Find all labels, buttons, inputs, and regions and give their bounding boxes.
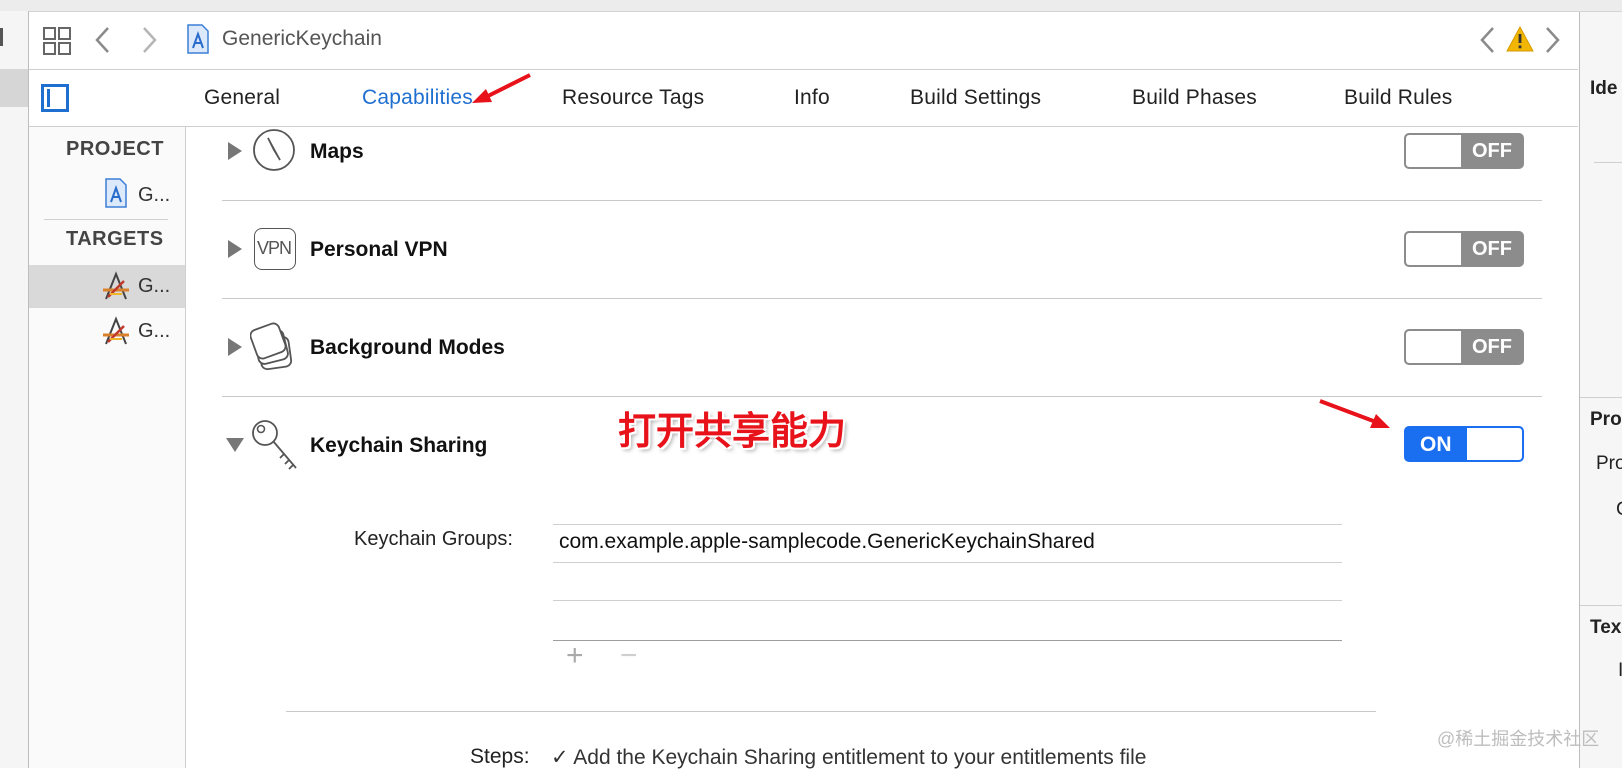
inspector-separator	[1580, 605, 1622, 606]
project-file-icon	[104, 178, 128, 213]
related-items-icon[interactable]	[43, 27, 71, 60]
tab-build-rules[interactable]: Build Rules	[1344, 86, 1452, 110]
toggle-sidebar-icon[interactable]	[41, 84, 69, 117]
maps-toggle[interactable]: OFF	[1404, 133, 1524, 169]
window-top-strip	[0, 0, 1622, 12]
keychain-groups-label: Keychain Groups:	[354, 528, 513, 550]
inspector-separator	[1594, 162, 1622, 163]
app-target-icon	[100, 315, 132, 352]
forward-arrow-icon[interactable]	[142, 26, 158, 59]
disclosure-triangle-background-modes[interactable]	[228, 338, 242, 356]
inspector-separator	[1580, 397, 1622, 398]
keychain-groups-top-border	[553, 524, 1342, 525]
toggle-knob	[1406, 331, 1461, 363]
target-item[interactable]: G...	[138, 275, 170, 298]
add-group-button[interactable]: +	[566, 641, 584, 671]
toggle-state-label: OFF	[1472, 336, 1512, 358]
remove-group-button[interactable]: −	[620, 641, 638, 671]
inspector-panel: Ide Pro Pro C Tex I	[1579, 12, 1622, 768]
toggle-state-label: OFF	[1472, 140, 1512, 162]
disclosure-triangle-maps[interactable]	[228, 142, 242, 160]
annotation-arrow-toggle	[1318, 398, 1392, 437]
inspector-project-label: Pro	[1590, 409, 1622, 430]
row-separator	[222, 396, 1542, 397]
project-target-list	[29, 127, 186, 768]
back-arrow-icon[interactable]	[94, 26, 110, 59]
tab-build-phases[interactable]: Build Phases	[1132, 86, 1257, 110]
navigator-edge	[0, 11, 29, 768]
tab-build-settings[interactable]: Build Settings	[910, 86, 1041, 110]
project-header: PROJECT	[66, 138, 164, 160]
steps-label: Steps:	[470, 745, 530, 768]
keychain-groups-row-divider	[553, 600, 1342, 601]
compass-icon	[252, 128, 296, 177]
project-item[interactable]: G...	[138, 184, 170, 207]
sidebar-divider	[44, 219, 168, 220]
disclosure-triangle-vpn[interactable]	[228, 240, 242, 258]
annotation-text: 打开共享能力	[618, 411, 847, 453]
target-item[interactable]: G...	[138, 320, 170, 343]
keychain-groups-row-divider	[553, 562, 1342, 563]
tab-general[interactable]: General	[204, 86, 280, 110]
inspector-field-label: I	[1618, 660, 1622, 681]
section-separator	[286, 711, 1376, 712]
next-issue-arrow-icon[interactable]	[1545, 26, 1561, 59]
toggle-state-label: ON	[1420, 433, 1452, 456]
annotation-arrow-capabilities	[470, 72, 532, 111]
toggle-knob	[1406, 135, 1461, 167]
capability-title-personal-vpn: Personal VPN	[310, 238, 448, 261]
inspector-project-field-label: Pro	[1596, 453, 1622, 474]
capability-title-maps: Maps	[310, 140, 364, 163]
tab-resource-tags[interactable]: Resource Tags	[562, 86, 704, 110]
previous-issue-arrow-icon[interactable]	[1479, 26, 1495, 59]
watermark: @稀土掘金技术社区	[1437, 729, 1600, 749]
vpn-icon-text: VPN	[257, 238, 292, 258]
inspector-identity-label: Ide	[1590, 78, 1618, 99]
step-item: ✓ Add the Keychain Sharing entitlement t…	[551, 746, 1147, 769]
tab-capabilities[interactable]: Capabilities	[362, 86, 473, 110]
layers-icon	[249, 322, 300, 377]
row-separator	[222, 200, 1542, 201]
app-target-icon	[100, 270, 132, 307]
capability-title-background-modes: Background Modes	[310, 336, 505, 359]
inspector-text-settings-label: Tex	[1590, 617, 1622, 638]
toggle-knob	[1406, 233, 1461, 265]
keychain-groups-bottom-border	[553, 640, 1342, 641]
personal-vpn-toggle[interactable]: OFF	[1404, 231, 1524, 267]
row-separator	[222, 298, 1542, 299]
project-file-icon	[186, 24, 210, 59]
key-icon	[250, 418, 302, 477]
tab-info[interactable]: Info	[794, 86, 830, 110]
toggle-knob	[1467, 428, 1522, 460]
vpn-icon: VPN	[254, 228, 296, 270]
capability-title-keychain-sharing: Keychain Sharing	[310, 434, 488, 457]
warning-icon[interactable]	[1506, 25, 1534, 57]
keychain-group-entry[interactable]: com.example.apple-samplecode.GenericKeyc…	[559, 530, 1095, 554]
toggle-state-label: OFF	[1472, 238, 1512, 260]
inspector-field-label: C	[1616, 499, 1622, 521]
targets-header: TARGETS	[66, 228, 164, 250]
background-modes-toggle[interactable]: OFF	[1404, 329, 1524, 365]
navigator-edge-selection	[0, 69, 28, 107]
keychain-sharing-toggle[interactable]: ON	[1404, 426, 1524, 462]
document-title[interactable]: GenericKeychain	[222, 27, 382, 51]
disclosure-triangle-keychain-sharing[interactable]	[226, 438, 244, 452]
navigator-edge-marker	[0, 28, 3, 46]
